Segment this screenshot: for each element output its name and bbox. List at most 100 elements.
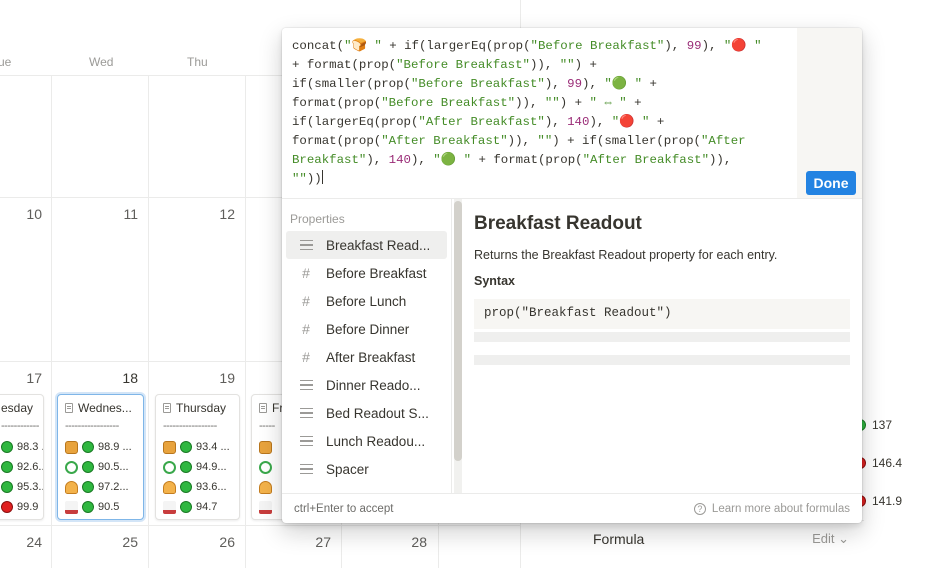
grid-line: [245, 75, 246, 568]
property-item[interactable]: Breakfast Read...: [286, 231, 447, 259]
text-lines-icon: [296, 433, 316, 449]
calendar-event-card[interactable]: esday ------------ 98.3 ... 92.6... 95.3..…: [0, 394, 44, 520]
number-hash-icon: #: [302, 349, 310, 365]
event-title-text: Thursday: [176, 401, 227, 415]
formula-code-input[interactable]: concat("🍞 " + if(largerEq(prop("Before B…: [282, 28, 797, 198]
formula-reference-panel: Properties Breakfast Read... # Before Brea…: [282, 198, 862, 494]
code-token: ),: [701, 39, 724, 53]
day-number[interactable]: 10: [12, 206, 42, 222]
green-circle-icon: [180, 501, 192, 513]
number-hash-icon: #: [302, 265, 310, 281]
code-token: ),: [410, 153, 434, 167]
code-token: "": [559, 58, 575, 72]
learn-more-text: Learn more about formulas: [711, 502, 850, 515]
readout-value: 93.6...: [196, 481, 227, 493]
day-number[interactable]: 12: [205, 206, 235, 222]
day-number[interactable]: 11: [108, 206, 138, 222]
calendar-event-card[interactable]: Wednes... ----------------- 98.9 ... 90.5…: [57, 394, 144, 520]
day-number[interactable]: 24: [12, 534, 42, 550]
code-token: +: [642, 77, 657, 91]
day-number[interactable]: 17: [12, 370, 42, 386]
code-token: Breakfast": [292, 153, 367, 167]
green-circle-icon: [82, 441, 94, 453]
event-readout-row: 99.9: [1, 499, 38, 515]
code-token: "🔴 ": [723, 39, 762, 53]
property-item[interactable]: # Before Dinner: [286, 315, 447, 343]
readout-value: 90.5: [98, 501, 120, 513]
code-line: if(smaller(prop("Before Breakfast"), 99)…: [292, 75, 787, 94]
code-token: "Before Breakfast": [396, 58, 530, 72]
code-token: )),: [515, 96, 545, 110]
salad-icon: [163, 460, 176, 474]
done-button[interactable]: Done: [806, 171, 856, 195]
red-circle-icon: [1, 501, 13, 513]
green-circle-icon: [1, 441, 13, 453]
event-readout-row: 90.5: [65, 499, 119, 515]
formula-property-row[interactable]: Formula Edit ⌄: [578, 520, 864, 556]
readout-value: 94.9...: [196, 461, 227, 473]
code-token: ),: [366, 153, 389, 167]
code-token: "🟢 ": [604, 77, 643, 91]
code-token: ),: [589, 115, 612, 129]
syntax-label: Syntax: [474, 274, 515, 288]
code-line: if(largerEq(prop("After Breakfast"), 140…: [292, 113, 787, 132]
day-number[interactable]: 19: [205, 370, 235, 386]
page-icon: [65, 403, 73, 413]
property-item[interactable]: Dinner Reado...: [286, 371, 447, 399]
properties-scrollbar-thumb[interactable]: [454, 201, 462, 461]
property-item[interactable]: # Before Breakfast: [286, 259, 447, 287]
code-token: "": [292, 172, 307, 186]
code-token: + format(prop(: [471, 153, 583, 167]
event-readout-row: [259, 439, 276, 455]
grid-line: [51, 75, 52, 568]
day-number[interactable]: 26: [205, 534, 235, 550]
code-token: "": [544, 96, 560, 110]
weekday-label: Thu: [187, 55, 208, 69]
day-number[interactable]: 18: [108, 370, 138, 386]
day-number[interactable]: 28: [397, 534, 427, 550]
code-token: "After Breakfast": [418, 115, 545, 129]
property-label: Spacer: [326, 461, 369, 477]
code-line: concat("🍞 " + if(largerEq(prop("Before B…: [292, 37, 787, 56]
property-item[interactable]: Lunch Readou...: [286, 427, 447, 455]
editor-footer: ctrl+Enter to accept ? Learn more about f…: [282, 493, 862, 523]
event-divider: -----------------: [163, 420, 217, 432]
code-token: format(prop(: [292, 96, 382, 110]
calendar-event-card[interactable]: Thursday ----------------- 93.4 ... 94.9.…: [155, 394, 240, 520]
property-item[interactable]: Bed Readout S...: [286, 399, 447, 427]
green-circle-icon: [180, 441, 192, 453]
code-token: + format(prop(: [292, 58, 397, 72]
readout-value: 90.5...: [98, 461, 129, 473]
code-token: )),: [529, 58, 560, 72]
salad-icon: [65, 460, 78, 474]
properties-header: Properties: [290, 212, 345, 226]
green-circle-icon: [82, 481, 94, 493]
readout-value: 98.9 ...: [98, 441, 132, 453]
code-token: "After Breakfast": [582, 153, 709, 167]
event-readout-row: 93.6...: [163, 479, 227, 495]
grid-line: [0, 525, 520, 526]
day-number[interactable]: 25: [108, 534, 138, 550]
code-token: 140: [388, 153, 411, 167]
property-label: Before Lunch: [326, 293, 407, 309]
code-token: ),: [582, 77, 605, 91]
property-item[interactable]: # Before Lunch: [286, 287, 447, 315]
edit-property-button[interactable]: Edit ⌄: [812, 531, 849, 547]
day-number[interactable]: 27: [301, 534, 331, 550]
code-token: ),: [544, 77, 568, 91]
property-label: Bed Readout S...: [326, 405, 429, 421]
readout-value: 99.9: [17, 501, 39, 513]
code-token: ) +: [559, 96, 590, 110]
properties-list: Properties Breakfast Read... # Before Brea…: [282, 199, 452, 494]
event-readout-row: [259, 499, 276, 515]
code-token: ),: [664, 39, 687, 53]
help-pane: Breakfast Readout Returns the Breakfast …: [474, 199, 854, 494]
taco-icon: [163, 480, 176, 494]
property-item[interactable]: Spacer: [286, 455, 447, 483]
event-title: Fr: [259, 401, 283, 415]
page-icon: [163, 403, 171, 413]
property-item[interactable]: # After Breakfast: [286, 343, 447, 371]
learn-more-link[interactable]: ? Learn more about formulas: [693, 502, 850, 515]
event-readout-row: 92.6...: [1, 459, 43, 475]
green-circle-icon: [82, 501, 94, 513]
